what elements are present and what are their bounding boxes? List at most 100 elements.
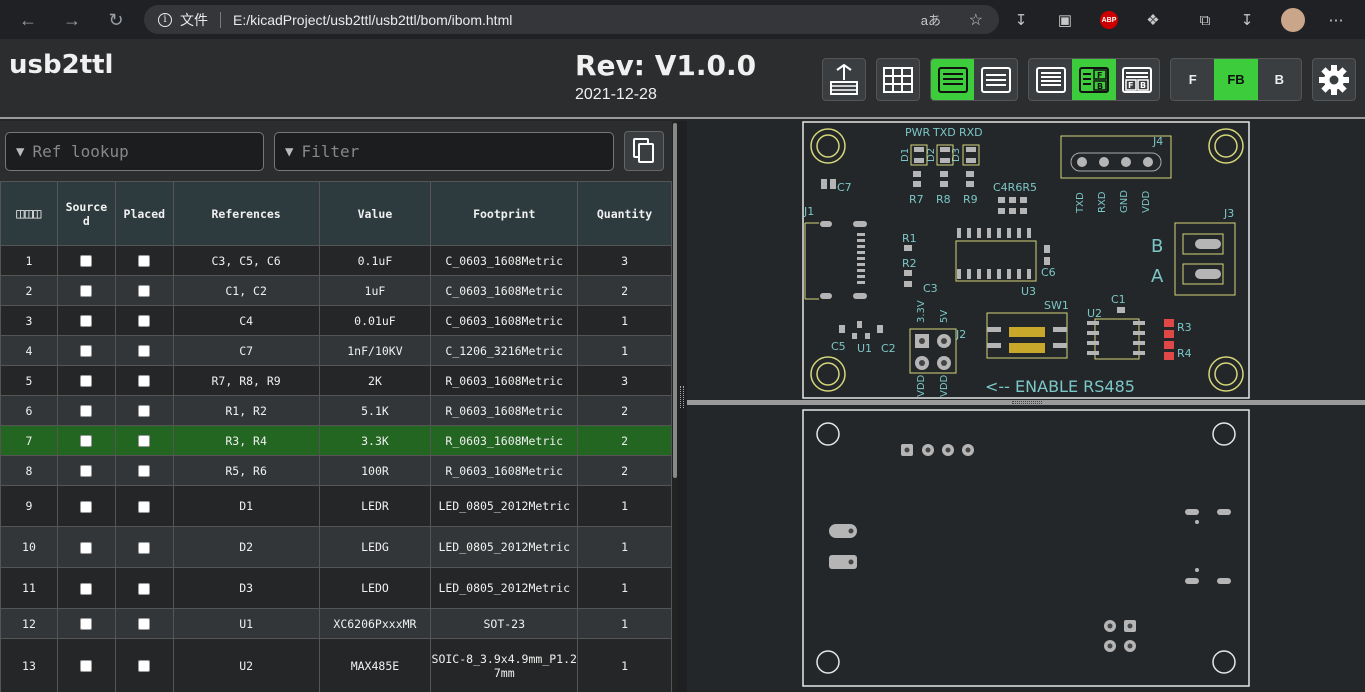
table-row[interactable]: 1 C3, C5, C6 0.1uF C_0603_1608Metric 3 bbox=[0, 245, 672, 276]
checkbox[interactable] bbox=[80, 618, 93, 630]
checkbox[interactable] bbox=[138, 405, 151, 417]
checkbox[interactable] bbox=[138, 500, 151, 513]
checkbox[interactable] bbox=[80, 315, 93, 327]
download-icon[interactable]: ↧ bbox=[1010, 9, 1032, 31]
puzzle-icon[interactable]: ❖ bbox=[1142, 9, 1164, 31]
table-row[interactable]: 9 D1 LEDR LED_0805_2012Metric 1 bbox=[0, 485, 672, 527]
sourced-checkbox[interactable] bbox=[56, 638, 116, 692]
profile-avatar[interactable] bbox=[1281, 8, 1305, 32]
layer-f-button[interactable]: F bbox=[1171, 59, 1214, 100]
placed-checkbox[interactable] bbox=[114, 455, 174, 486]
copy-button[interactable] bbox=[624, 131, 664, 171]
front-board-canvas[interactable]: PWR TXD RXD C7 C4R6R5 J4 J1 J3 R7 R8 R9 … bbox=[687, 121, 1365, 400]
filter-input[interactable]: ▼ Filter bbox=[274, 132, 614, 171]
placed-checkbox[interactable] bbox=[114, 335, 174, 366]
sourced-checkbox[interactable] bbox=[56, 485, 116, 527]
favorite-star-icon[interactable]: ☆ bbox=[969, 10, 983, 30]
checkbox[interactable] bbox=[80, 375, 93, 387]
checkbox[interactable] bbox=[80, 255, 93, 267]
adblock-icon[interactable]: ABP bbox=[1100, 11, 1118, 29]
checkbox[interactable] bbox=[138, 285, 151, 297]
settings-button[interactable] bbox=[1312, 58, 1356, 101]
address-bar[interactable]: i 文件 E:/kicadProject/usb2ttl/usb2ttl/bom… bbox=[144, 5, 999, 34]
header-placed[interactable]: Placed bbox=[114, 181, 174, 246]
checkbox[interactable] bbox=[138, 465, 151, 477]
table-row[interactable]: 12 U1 XC6206PxxxMR SOT-23 1 bbox=[0, 608, 672, 639]
placed-checkbox[interactable] bbox=[114, 395, 174, 426]
checkbox[interactable] bbox=[80, 582, 93, 595]
table-row[interactable]: 4 C7 1nF/10KV C_1206_3216Metric 1 bbox=[0, 335, 672, 366]
url-text[interactable]: E:/kicadProject/usb2ttl/usb2ttl/bom/ibom… bbox=[233, 12, 512, 28]
sourced-checkbox[interactable] bbox=[56, 608, 116, 639]
checkbox[interactable] bbox=[80, 345, 93, 357]
checkbox[interactable] bbox=[80, 541, 93, 554]
forward-icon[interactable]: → bbox=[58, 6, 86, 34]
header-references[interactable]: References bbox=[172, 181, 320, 246]
checkbox[interactable] bbox=[80, 405, 93, 417]
more-menu-icon[interactable]: ⋯ bbox=[1325, 9, 1347, 31]
table-row[interactable]: 13 U2 MAX485E SOIC-8_3.9x4.9mm_P1.27mm 1 bbox=[0, 638, 672, 692]
downloads-status-icon[interactable]: ↧ bbox=[1236, 9, 1258, 31]
checkbox[interactable] bbox=[138, 541, 151, 554]
checkbox[interactable] bbox=[80, 435, 93, 447]
sourced-checkbox[interactable] bbox=[56, 335, 116, 366]
sourced-checkbox[interactable] bbox=[56, 425, 116, 456]
table-row[interactable]: 8 R5, R6 100R R_0603_1608Metric 2 bbox=[0, 455, 672, 486]
sourced-checkbox[interactable] bbox=[56, 305, 116, 336]
checkbox[interactable] bbox=[138, 582, 151, 595]
checkbox[interactable] bbox=[80, 465, 93, 477]
checkbox[interactable] bbox=[138, 255, 151, 267]
checkbox[interactable] bbox=[138, 618, 151, 630]
reload-icon[interactable]: ↻ bbox=[102, 6, 130, 34]
collections-icon[interactable]: ⧉ bbox=[1194, 9, 1216, 31]
placed-checkbox[interactable] bbox=[114, 567, 174, 609]
header-value[interactable]: Value bbox=[318, 181, 432, 246]
column-settings-header[interactable]: ◫◫◫ bbox=[0, 181, 58, 246]
info-icon[interactable]: i bbox=[158, 12, 172, 27]
placed-checkbox[interactable] bbox=[114, 245, 174, 276]
table-row[interactable]: 10 D2 LEDG LED_0805_2012Metric 1 bbox=[0, 526, 672, 568]
table-row[interactable]: 2 C1, C2 1uF C_0603_1608Metric 2 bbox=[0, 275, 672, 306]
placed-checkbox[interactable] bbox=[114, 305, 174, 336]
sourced-checkbox[interactable] bbox=[56, 455, 116, 486]
placed-checkbox[interactable] bbox=[114, 638, 174, 692]
table-row[interactable]: 3 C4 0.01uF C_0603_1608Metric 1 bbox=[0, 305, 672, 336]
extension-icon[interactable]: ▣ bbox=[1054, 9, 1076, 31]
checkbox[interactable] bbox=[138, 375, 151, 387]
bom-top-button[interactable] bbox=[974, 59, 1017, 100]
placed-checkbox[interactable] bbox=[114, 425, 174, 456]
back-icon[interactable]: ← bbox=[14, 6, 42, 34]
splitter-grip[interactable] bbox=[1012, 401, 1042, 404]
bom-left-button[interactable] bbox=[931, 59, 974, 100]
placed-checkbox[interactable] bbox=[114, 526, 174, 568]
sourced-checkbox[interactable] bbox=[56, 245, 116, 276]
back-board-canvas[interactable] bbox=[687, 405, 1365, 692]
checkbox[interactable] bbox=[138, 345, 151, 357]
sourced-checkbox[interactable] bbox=[56, 526, 116, 568]
checkbox[interactable] bbox=[80, 285, 93, 297]
placed-checkbox[interactable] bbox=[114, 365, 174, 396]
header-quantity[interactable]: Quantity bbox=[577, 181, 672, 246]
sourced-checkbox[interactable] bbox=[56, 567, 116, 609]
sourced-checkbox[interactable] bbox=[56, 275, 116, 306]
checkbox[interactable] bbox=[80, 500, 93, 513]
read-aloud-icon[interactable]: aあ bbox=[921, 10, 941, 29]
checkbox[interactable] bbox=[80, 660, 93, 672]
vertical-splitter[interactable] bbox=[677, 121, 687, 692]
sourced-checkbox[interactable] bbox=[56, 365, 116, 396]
table-row[interactable]: 5 R7, R8, R9 2K R_0603_1608Metric 3 bbox=[0, 365, 672, 396]
table-row[interactable]: 7 R3, R4 3.3K R_0603_1608Metric 2 bbox=[0, 425, 672, 456]
dark-mode-button[interactable] bbox=[822, 58, 866, 101]
bom-only-button[interactable] bbox=[1029, 59, 1072, 100]
checkbox[interactable] bbox=[138, 315, 151, 327]
table-row[interactable]: 11 D3 LEDO LED_0805_2012Metric 1 bbox=[0, 567, 672, 609]
checkbox[interactable] bbox=[138, 435, 151, 447]
header-footprint[interactable]: Footprint bbox=[430, 181, 579, 246]
header-sourced[interactable]: Source d bbox=[56, 181, 116, 246]
checkbox[interactable] bbox=[138, 660, 151, 672]
bom-left-right-button[interactable]: F B bbox=[1116, 59, 1159, 100]
ref-lookup-input[interactable]: ▼ Ref lookup bbox=[5, 132, 264, 171]
sourced-checkbox[interactable] bbox=[56, 395, 116, 426]
placed-checkbox[interactable] bbox=[114, 608, 174, 639]
table-row[interactable]: 6 R1, R2 5.1K R_0603_1608Metric 2 bbox=[0, 395, 672, 426]
